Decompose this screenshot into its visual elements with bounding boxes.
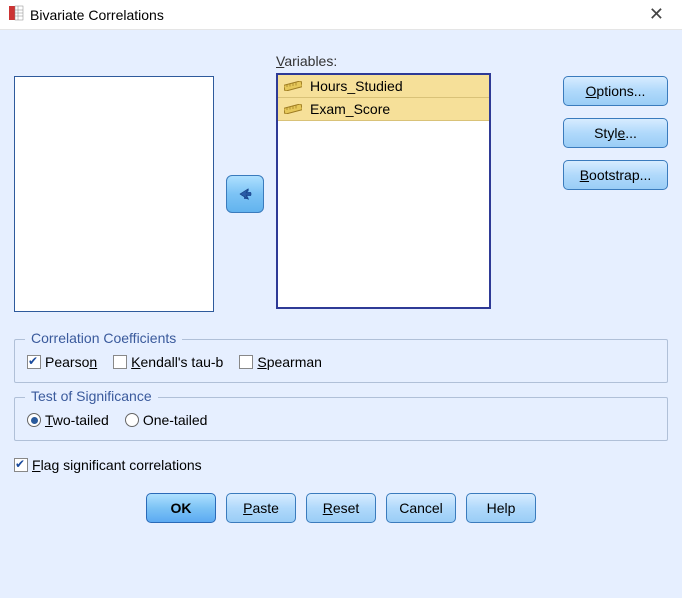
variable-name: Hours_Studied <box>310 78 403 94</box>
app-icon <box>8 5 30 24</box>
move-variable-button[interactable] <box>226 175 264 213</box>
help-button[interactable]: Help <box>466 493 536 523</box>
two-tailed-radio[interactable]: Two-tailed <box>27 412 109 428</box>
cancel-button[interactable]: Cancel <box>386 493 456 523</box>
ruler-icon <box>284 101 302 117</box>
variable-item[interactable]: Exam_Score <box>278 98 489 121</box>
checkbox-icon <box>113 355 127 369</box>
titlebar: Bivariate Correlations ✕ <box>0 0 682 30</box>
options-button[interactable]: Options... <box>563 76 668 106</box>
pearson-checkbox[interactable]: Pearson <box>27 354 97 370</box>
reset-button[interactable]: Reset <box>306 493 376 523</box>
variable-item[interactable]: Hours_Studied <box>278 75 489 98</box>
spearman-checkbox[interactable]: Spearman <box>239 354 322 370</box>
correlation-coefficients-group: Correlation Coefficients Pearson Kendall… <box>14 339 668 383</box>
checkbox-icon <box>14 458 28 472</box>
group-title: Test of Significance <box>25 388 158 404</box>
source-variables-list[interactable] <box>14 76 214 312</box>
test-of-significance-group: Test of Significance Two-tailed One-tail… <box>14 397 668 441</box>
kendall-checkbox[interactable]: Kendall's tau-b <box>113 354 223 370</box>
target-variables-list[interactable]: Hours_Studied Exam_Score <box>276 73 491 309</box>
group-title: Correlation Coefficients <box>25 330 182 346</box>
dialog-body: Variables: Hours_Studied Exam_Score <box>0 30 682 598</box>
bootstrap-button[interactable]: Bootstrap... <box>563 160 668 190</box>
checkbox-icon <box>239 355 253 369</box>
radio-icon <box>125 413 139 427</box>
window-title: Bivariate Correlations <box>30 7 164 23</box>
one-tailed-radio[interactable]: One-tailed <box>125 412 208 428</box>
style-button[interactable]: Style... <box>563 118 668 148</box>
close-button[interactable]: ✕ <box>639 4 674 25</box>
variable-name: Exam_Score <box>310 101 390 117</box>
ok-button[interactable]: OK <box>146 493 216 523</box>
variables-label: Variables: <box>276 53 491 69</box>
radio-icon <box>27 413 41 427</box>
paste-button[interactable]: Paste <box>226 493 296 523</box>
ruler-icon <box>284 78 302 94</box>
flag-significant-checkbox[interactable]: Flag significant correlations <box>14 457 202 473</box>
checkbox-icon <box>27 355 41 369</box>
